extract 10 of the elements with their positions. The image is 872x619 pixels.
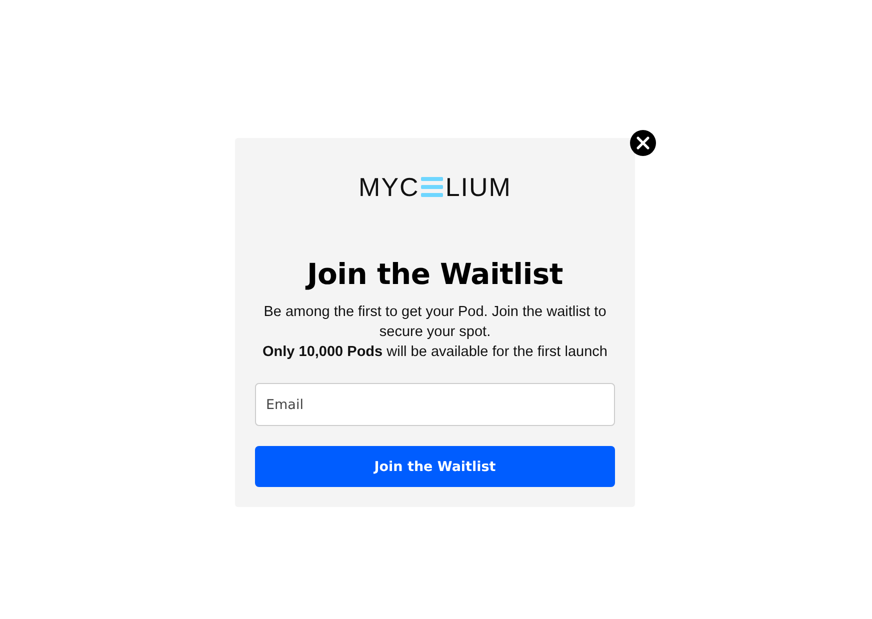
description-text: Only 10,000 Pods will be available for the first launch bbox=[262, 343, 608, 362]
logo-bars-icon bbox=[421, 176, 444, 198]
modal-title: Join the Waitlist bbox=[307, 256, 563, 292]
logo-text: LIUM bbox=[445, 172, 512, 202]
email-field[interactable]: Email bbox=[255, 383, 615, 426]
description-text: Be among the first to get your Pod. Join the waitlist to secure your spot. bbox=[262, 303, 608, 342]
logo-text: MYC bbox=[358, 172, 420, 202]
close-icon bbox=[636, 136, 650, 150]
join-waitlist-button[interactable]: Join the Waitlist bbox=[255, 446, 615, 487]
close-button[interactable] bbox=[630, 130, 656, 156]
